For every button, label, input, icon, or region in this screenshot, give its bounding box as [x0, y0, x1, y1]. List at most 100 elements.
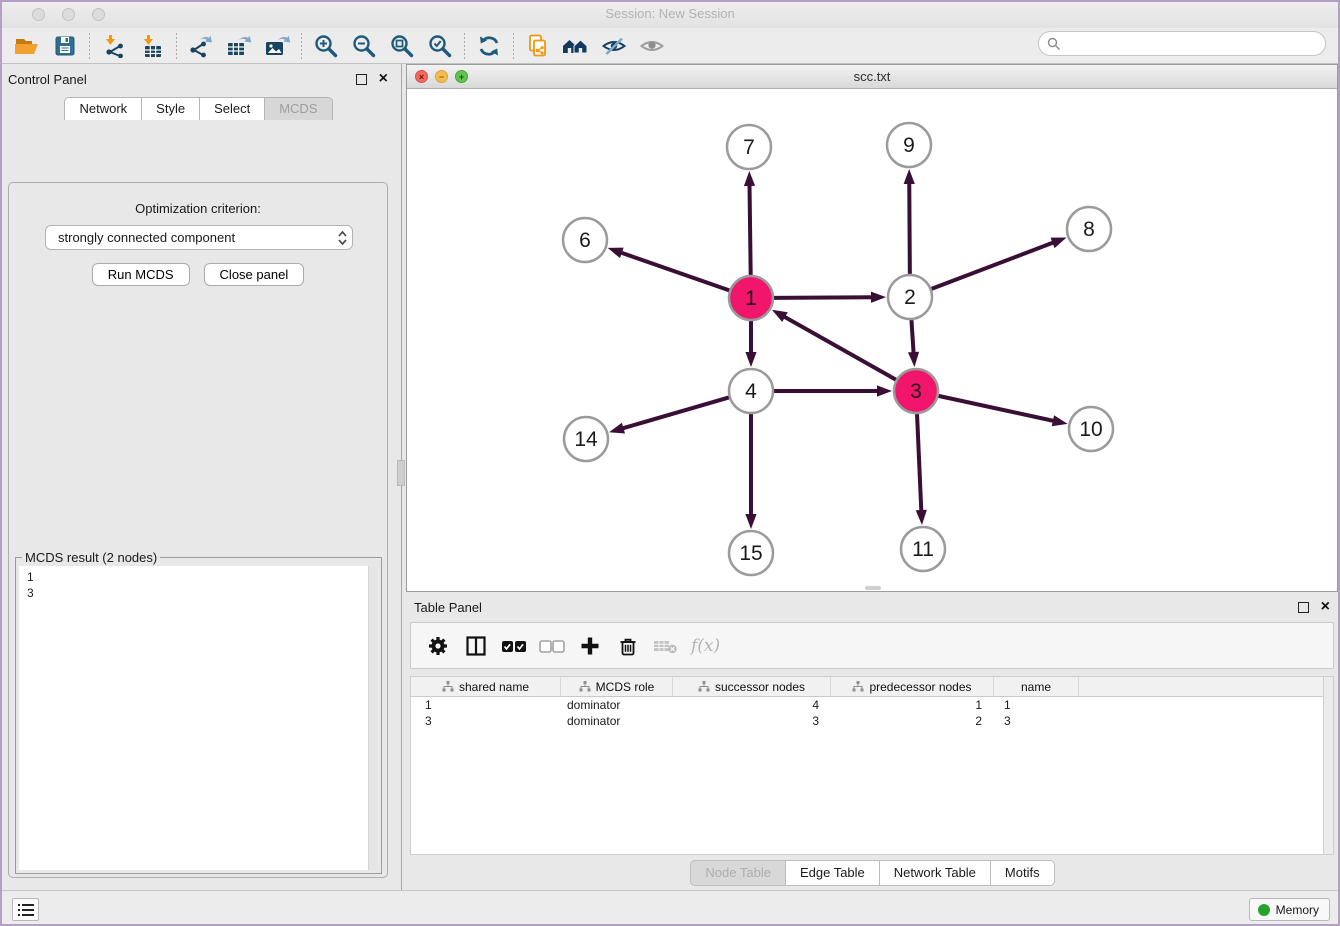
toggle-column-view-button[interactable] [461, 631, 490, 660]
table-cell[interactable]: 1 [831, 697, 994, 713]
import-table-icon [140, 34, 164, 58]
table-cell[interactable]: 1 [411, 697, 561, 713]
float-panel-icon[interactable] [356, 74, 367, 85]
result-scrollbar[interactable] [368, 566, 378, 870]
tab-network-table[interactable]: Network Table [879, 860, 991, 886]
mcds-result-textarea[interactable]: 13 [19, 566, 378, 870]
tab-motifs[interactable]: Motifs [990, 860, 1055, 886]
graph-node-label: 2 [904, 286, 916, 309]
control-panel-tabs: NetworkStyleSelectMCDS [0, 97, 396, 120]
mcds-result-group: MCDS result (2 nodes) 13 [15, 557, 382, 874]
panel-splitter [396, 64, 406, 890]
delete-column-button[interactable] [613, 631, 642, 660]
table-row[interactable]: 3dominator323 [411, 713, 1333, 729]
graph-edge-1-7[interactable] [749, 183, 750, 275]
search-box[interactable] [1038, 31, 1326, 56]
titlebar: Session: New Session [0, 0, 1340, 28]
column-header-successor-nodes[interactable]: successor nodes [673, 677, 831, 696]
edge-arrowhead [745, 514, 756, 529]
graph-edge-2-3[interactable] [911, 320, 913, 355]
zoom-out-button[interactable] [345, 31, 383, 61]
unselect-all-columns-button[interactable] [537, 631, 566, 660]
graph-edge-3-11[interactable] [917, 414, 921, 513]
apply-layout-button[interactable] [470, 31, 508, 61]
graph-node-label: 14 [574, 428, 598, 451]
column-header-MCDS-role[interactable]: MCDS role [561, 677, 673, 696]
zoom-selected-button[interactable] [421, 31, 459, 61]
unchecked-boxes-icon [539, 639, 565, 653]
open-session-button[interactable] [8, 31, 46, 61]
edge-arrowhead [745, 352, 756, 367]
memory-label: Memory [1276, 903, 1319, 917]
tab-edge-table[interactable]: Edge Table [785, 860, 880, 886]
task-history-button[interactable] [12, 898, 39, 921]
export-network-button[interactable] [182, 31, 220, 61]
edge-arrowhead [871, 292, 886, 303]
criterion-value: strongly connected component [58, 230, 337, 245]
function-builder-button-disabled: f(x) [691, 636, 720, 656]
save-session-button[interactable] [46, 31, 84, 61]
search-input[interactable] [1066, 37, 1325, 51]
new-network-from-selection-button[interactable] [519, 31, 557, 61]
table-cell[interactable]: 3 [994, 713, 1079, 729]
column-header-shared-name[interactable]: shared name [411, 677, 561, 696]
memory-status-icon [1258, 904, 1270, 916]
edge-arrowhead [916, 510, 927, 525]
table-float-panel-icon[interactable] [1298, 602, 1309, 613]
canvas-grip[interactable] [865, 586, 881, 590]
zoom-in-icon [313, 33, 339, 59]
graph-edge-3-1[interactable] [782, 316, 896, 380]
table-settings-button[interactable] [423, 631, 452, 660]
graph-edge-2-8[interactable] [932, 242, 1056, 289]
import-network-button[interactable] [95, 31, 133, 61]
table-cell[interactable]: 4 [673, 697, 831, 713]
create-column-button[interactable] [575, 631, 604, 660]
export-table-button[interactable] [220, 31, 258, 61]
node-table[interactable]: shared name MCDS rolesuccessor nodesprede… [410, 676, 1334, 855]
graph-edge-3-10[interactable] [938, 396, 1055, 421]
graph[interactable]: 7968124314101511 [407, 89, 1337, 591]
table-close-panel-icon[interactable]: × [1321, 601, 1330, 612]
edge-arrowhead [904, 169, 915, 184]
graph-edge-1-2[interactable] [774, 297, 874, 298]
network-documents-icon [525, 33, 551, 59]
table-row[interactable]: 1dominator411 [411, 697, 1333, 713]
column-header-predecessor-nodes[interactable]: predecessor nodes [831, 677, 994, 696]
graph-edge-1-6[interactable] [619, 252, 729, 291]
select-all-columns-button[interactable] [499, 631, 528, 660]
table-cell[interactable]: 3 [411, 713, 561, 729]
memory-button[interactable]: Memory [1249, 898, 1330, 921]
table-cell[interactable]: dominator [561, 713, 673, 729]
table-cell[interactable]: 1 [994, 697, 1079, 713]
hide-selected-button[interactable] [595, 31, 633, 61]
table-cell[interactable]: 2 [831, 713, 994, 729]
import-table-button[interactable] [133, 31, 171, 61]
run-mcds-button[interactable]: Run MCDS [92, 263, 190, 286]
first-neighbors-button[interactable] [557, 31, 595, 61]
close-panel-button[interactable]: Close panel [204, 263, 305, 286]
show-all-button[interactable] [633, 31, 671, 61]
splitter-grip[interactable] [397, 460, 405, 486]
edge-arrowhead [608, 248, 624, 259]
table-scrollbar[interactable] [1323, 677, 1333, 854]
close-panel-icon[interactable]: × [379, 73, 388, 84]
tab-network[interactable]: Network [64, 97, 142, 120]
table-panel: Table Panel × [406, 592, 1338, 890]
tab-node-table[interactable]: Node Table [690, 860, 786, 886]
export-image-button[interactable] [258, 31, 296, 61]
criterion-select[interactable]: strongly connected component [45, 225, 353, 250]
table-body: 1dominator4113dominator323 [411, 697, 1333, 729]
table-cell[interactable]: 3 [673, 713, 831, 729]
column-header-label: shared name [459, 680, 529, 694]
graph-edge-4-14[interactable] [621, 397, 729, 429]
network-canvas[interactable]: 7968124314101511 [407, 89, 1337, 591]
tab-mcds[interactable]: MCDS [264, 97, 332, 120]
table-cell[interactable]: dominator [561, 697, 673, 713]
zoom-fit-button[interactable] [383, 31, 421, 61]
tab-style[interactable]: Style [141, 97, 200, 120]
graph-edge-2-9[interactable] [909, 181, 910, 274]
network-window-titlebar[interactable]: × − + scc.txt [407, 65, 1337, 89]
tab-select[interactable]: Select [199, 97, 265, 120]
column-header-name[interactable]: name [994, 677, 1079, 696]
zoom-in-button[interactable] [307, 31, 345, 61]
